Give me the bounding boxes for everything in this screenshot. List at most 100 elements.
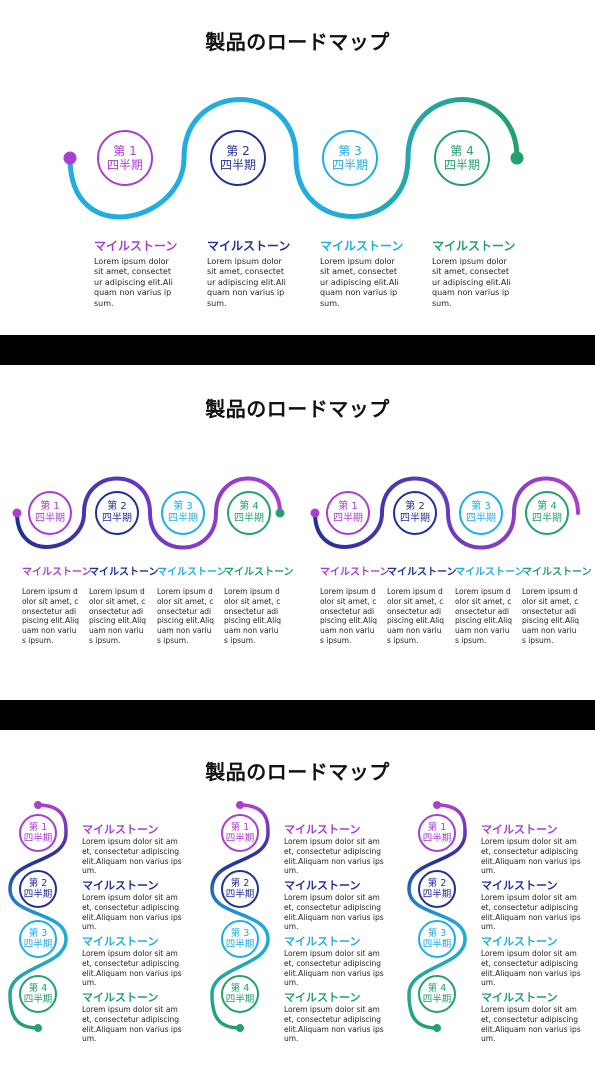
milestone-description: Lorem ipsum dolor sit amet, consectetur … xyxy=(320,257,399,308)
quarter-number: 第 1 xyxy=(338,501,358,512)
milestone-description: Lorem ipsum dolor sit amet, consectetur … xyxy=(455,587,513,645)
quarter-label: 四半期 xyxy=(225,994,255,1005)
quarter-circle-1: 第 1 四半期 xyxy=(418,814,456,852)
quarter-circle-1: 第 1 四半期 xyxy=(97,130,153,186)
quarter-label: 四半期 xyxy=(219,158,256,172)
quarter-label: 四半期 xyxy=(225,833,255,844)
quarter-number: 第 4 xyxy=(537,501,557,512)
quarter-circle-1: 第 1 四半期 xyxy=(19,814,57,852)
milestone-title: マイルストーン xyxy=(284,935,361,948)
milestone-title: マイルストーン xyxy=(455,567,525,578)
milestone-title: マイルストーン xyxy=(157,567,227,578)
slide-3: 製品のロードマップ 第 1 四半期 マイルストーン Lorem ipsum dolor… xyxy=(0,730,595,1065)
quarter-circle-4: 第 4 四半期 xyxy=(221,975,259,1013)
milestone-title: マイルストーン xyxy=(82,823,159,836)
path-start-dot xyxy=(63,151,77,165)
quarter-number: 第 4 xyxy=(239,501,259,512)
quarter-number: 第 2 xyxy=(405,501,425,512)
quarter-label: 四半期 xyxy=(234,513,264,524)
milestone-description: Lorem ipsum dolor sit amet, consectetur … xyxy=(320,587,378,645)
quarter-number: 第 3 xyxy=(338,143,362,158)
path-start-dot xyxy=(12,508,22,518)
quarter-number: 第 1 xyxy=(230,821,250,833)
quarter-label: 四半期 xyxy=(443,158,480,172)
milestone-description: Lorem ipsum dolor sit amet, consectetur … xyxy=(207,257,286,308)
milestone-description: Lorem ipsum dolor sit amet, consectetur … xyxy=(94,257,173,308)
quarter-number: 第 1 xyxy=(427,821,447,833)
quarter-circle-3: 第 3 四半期 xyxy=(161,491,205,535)
quarter-circle-4: 第 4 四半期 xyxy=(525,491,569,535)
quarter-number: 第 2 xyxy=(230,877,250,889)
slide-2: 製品のロードマップ 第 1 四半期 マイルストーン Lorem ipsum dolor… xyxy=(0,365,595,700)
quarter-label: 四半期 xyxy=(333,513,363,524)
quarter-label: 四半期 xyxy=(106,158,143,172)
quarter-circle-2: 第 2 四半期 xyxy=(19,870,57,908)
roadmap-wave-path-left xyxy=(12,476,580,550)
quarter-circle-1: 第 1 四半期 xyxy=(326,491,370,535)
quarter-label: 四半期 xyxy=(35,513,65,524)
milestone-description: Lorem ipsum dolor sit amet, consectetur … xyxy=(432,257,511,308)
quarter-circle-4: 第 4 四半期 xyxy=(434,130,490,186)
quarter-number: 第 3 xyxy=(427,927,447,939)
quarter-circle-3: 第 3 四半期 xyxy=(221,920,259,958)
quarter-circle-4: 第 4 四半期 xyxy=(418,975,456,1013)
milestone-title: マイルストーン xyxy=(284,879,361,892)
quarter-label: 四半期 xyxy=(23,833,53,844)
quarter-label: 四半期 xyxy=(422,939,452,950)
slide-1: 製品のロードマップ 第 1 四半期 マイルストーン Lorem ipsum dolor… xyxy=(0,0,595,335)
quarter-label: 四半期 xyxy=(102,513,132,524)
quarter-number: 第 2 xyxy=(226,143,250,158)
path-start-dot xyxy=(310,508,320,518)
quarter-number: 第 3 xyxy=(173,501,193,512)
milestone-title: マイルストーン xyxy=(432,239,516,253)
quarter-number: 第 1 xyxy=(28,821,48,833)
milestone-title: マイルストーン xyxy=(481,879,558,892)
milestone-description: Lorem ipsum dolor sit amet, consectetur … xyxy=(82,893,182,932)
milestone-description: Lorem ipsum dolor sit amet, consectetur … xyxy=(284,893,384,932)
quarter-label: 四半期 xyxy=(23,994,53,1005)
quarter-label: 四半期 xyxy=(331,158,368,172)
quarter-number: 第 4 xyxy=(427,982,447,994)
quarter-circle-3: 第 3 四半期 xyxy=(418,920,456,958)
quarter-label: 四半期 xyxy=(422,833,452,844)
path-end-dot xyxy=(34,1024,42,1032)
milestone-description: Lorem ipsum dolor sit amet, consectetur … xyxy=(481,893,581,932)
quarter-label: 四半期 xyxy=(225,939,255,950)
milestone-description: Lorem ipsum dolor sit amet, consectetur … xyxy=(481,837,581,876)
quarter-label: 四半期 xyxy=(422,994,452,1005)
path-start-dot xyxy=(236,801,244,809)
milestone-description: Lorem ipsum dolor sit amet, consectetur … xyxy=(89,587,147,645)
quarter-number: 第 4 xyxy=(28,982,48,994)
quarter-number: 第 1 xyxy=(113,143,137,158)
milestone-title: マイルストーン xyxy=(522,567,592,578)
milestone-description: Lorem ipsum dolor sit amet, consectetur … xyxy=(22,587,80,645)
quarter-number: 第 1 xyxy=(40,501,60,512)
quarter-circle-3: 第 3 四半期 xyxy=(322,130,378,186)
milestone-description: Lorem ipsum dolor sit amet, consectetur … xyxy=(481,1005,581,1044)
quarter-label: 四半期 xyxy=(400,513,430,524)
milestone-description: Lorem ipsum dolor sit amet, consectetur … xyxy=(284,837,384,876)
quarter-circle-4: 第 4 四半期 xyxy=(19,975,57,1013)
quarter-label: 四半期 xyxy=(422,889,452,900)
milestone-description: Lorem ipsum dolor sit amet, consectetur … xyxy=(387,587,445,645)
quarter-label: 四半期 xyxy=(23,939,53,950)
quarter-number: 第 2 xyxy=(28,877,48,889)
quarter-label: 四半期 xyxy=(23,889,53,900)
milestone-description: Lorem ipsum dolor sit amet, consectetur … xyxy=(284,949,384,988)
quarter-label: 四半期 xyxy=(225,889,255,900)
path-start-dot xyxy=(433,801,441,809)
quarter-circle-1: 第 1 四半期 xyxy=(221,814,259,852)
quarter-number: 第 4 xyxy=(450,143,474,158)
quarter-circle-1: 第 1 四半期 xyxy=(28,491,72,535)
milestone-description: Lorem ipsum dolor sit amet, consectetur … xyxy=(157,587,215,645)
milestone-title: マイルストーン xyxy=(207,239,291,253)
milestone-title: マイルストーン xyxy=(284,991,361,1004)
milestone-description: Lorem ipsum dolor sit amet, consectetur … xyxy=(82,837,182,876)
quarter-circle-2: 第 2 四半期 xyxy=(210,130,266,186)
quarter-circle-4: 第 4 四半期 xyxy=(227,491,271,535)
path-end-dot xyxy=(275,508,285,518)
path-end-dot xyxy=(510,151,524,165)
quarter-circle-2: 第 2 四半期 xyxy=(418,870,456,908)
milestone-title: マイルストーン xyxy=(82,879,159,892)
quarter-circle-2: 第 2 四半期 xyxy=(393,491,437,535)
